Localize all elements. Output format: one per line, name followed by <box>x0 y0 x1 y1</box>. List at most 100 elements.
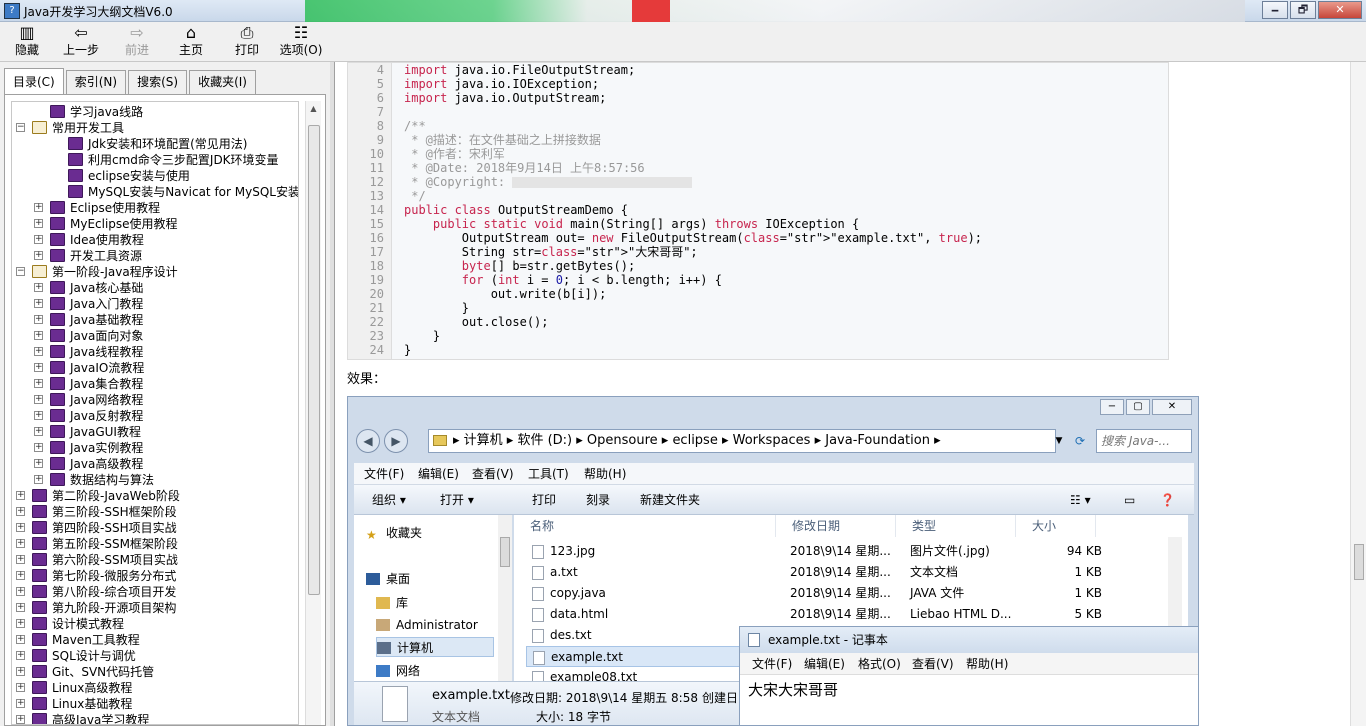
tree-item[interactable]: + 第三阶段-SSH框架阶段 <box>12 504 298 520</box>
collapse-icon[interactable]: − <box>16 123 25 132</box>
tree-item[interactable]: + 第七阶段-微服务分布式 <box>12 568 298 584</box>
tab-index[interactable]: 索引(N) <box>65 70 127 94</box>
expand-icon[interactable]: + <box>34 379 43 388</box>
tree-item[interactable]: + 开发工具资源 <box>12 248 298 264</box>
tree-item[interactable]: + 第二阶段-JavaWeb阶段 <box>12 488 298 504</box>
code-text: * @Date: 2018年9月14日 上午8:57:56 <box>404 161 645 175</box>
expand-icon[interactable]: + <box>16 619 25 628</box>
expand-icon[interactable]: + <box>34 235 43 244</box>
tree-item[interactable]: + Git、SVN代码托管 <box>12 664 298 680</box>
tree-item[interactable]: + 高级Java学习教程 <box>12 712 298 724</box>
book-icon <box>32 713 47 724</box>
maximize-button[interactable]: 🗗 <box>1290 1 1316 19</box>
expand-icon[interactable]: + <box>16 651 25 660</box>
tree-item[interactable]: + Maven工具教程 <box>12 632 298 648</box>
book-icon <box>32 585 47 598</box>
options-button[interactable]: ☷ 选项(O) <box>276 24 326 58</box>
expand-icon[interactable]: + <box>16 603 25 612</box>
expand-icon[interactable]: + <box>34 347 43 356</box>
content-scrollbar[interactable] <box>1350 62 1366 726</box>
expand-icon[interactable]: + <box>34 251 43 260</box>
expand-icon[interactable]: + <box>34 475 43 484</box>
tree-item[interactable]: + 设计模式教程 <box>12 616 298 632</box>
forward-button[interactable]: ⇨ 前进 <box>112 24 162 58</box>
tree-item[interactable]: + 数据结构与算法 <box>12 472 298 488</box>
tree-item[interactable]: − 常用开发工具 <box>12 120 298 136</box>
tree-item[interactable]: + 第九阶段-开源项目架构 <box>12 600 298 616</box>
tree-item[interactable]: + Java入门教程 <box>12 296 298 312</box>
tree-item[interactable]: + Linux基础教程 <box>12 696 298 712</box>
tree-item[interactable]: + JavaIO流教程 <box>12 360 298 376</box>
tree-item[interactable]: + Eclipse使用教程 <box>12 200 298 216</box>
expand-icon[interactable]: + <box>16 587 25 596</box>
tree-item[interactable]: + Linux高级教程 <box>12 680 298 696</box>
expand-icon[interactable]: + <box>34 459 43 468</box>
tree-item[interactable]: + 第八阶段-综合项目开发 <box>12 584 298 600</box>
tab-contents[interactable]: 目录(C) <box>4 68 64 94</box>
tree-item[interactable]: 学习java线路 <box>12 104 298 120</box>
expand-icon[interactable]: + <box>34 427 43 436</box>
expand-icon[interactable]: + <box>34 203 43 212</box>
expand-icon[interactable]: + <box>16 491 25 500</box>
expand-icon[interactable]: + <box>16 507 25 516</box>
back-arrow-icon: ⇦ <box>74 23 88 42</box>
expand-icon[interactable]: + <box>34 315 43 324</box>
expand-icon[interactable]: + <box>16 683 25 692</box>
expand-icon[interactable]: + <box>34 331 43 340</box>
expand-icon[interactable]: + <box>34 395 43 404</box>
collapse-icon[interactable]: − <box>16 267 25 276</box>
back-button[interactable]: ⇦ 上一步 <box>56 24 106 58</box>
tree-item[interactable]: + 第四阶段-SSH项目实战 <box>12 520 298 536</box>
expand-icon[interactable]: + <box>16 571 25 580</box>
tab-search[interactable]: 搜索(S) <box>128 70 188 94</box>
tree-item[interactable]: + JavaGUI教程 <box>12 424 298 440</box>
expand-icon[interactable]: + <box>34 443 43 452</box>
tree-item[interactable]: + Java实例教程 <box>12 440 298 456</box>
tree-item[interactable]: + MyEclipse使用教程 <box>12 216 298 232</box>
tree-item[interactable]: Jdk安装和环境配置(常见用法) <box>12 136 298 152</box>
scroll-up-icon[interactable]: ▲ <box>306 101 321 117</box>
minimize-button[interactable]: 🗕 <box>1262 1 1288 19</box>
tree-item[interactable]: + Idea使用教程 <box>12 232 298 248</box>
close-button[interactable]: ✕ <box>1318 1 1362 19</box>
tree-item[interactable]: + Java面向对象 <box>12 328 298 344</box>
tree-item[interactable]: + SQL设计与调优 <box>12 648 298 664</box>
expand-icon[interactable]: + <box>16 715 25 724</box>
tree-item[interactable]: MySQL安装与Navicat for MySQL安装破解 <box>12 184 298 200</box>
expand-icon[interactable]: + <box>16 667 25 676</box>
content-scroll-thumb[interactable] <box>1354 544 1364 580</box>
expand-icon[interactable]: + <box>16 523 25 532</box>
tree-scrollbar[interactable]: ▲ <box>305 101 321 725</box>
tree-item[interactable]: + Java核心基础 <box>12 280 298 296</box>
tree-item[interactable]: + Java基础教程 <box>12 312 298 328</box>
tree-item-label: 学习java线路 <box>70 105 144 119</box>
expand-icon[interactable]: + <box>34 299 43 308</box>
tree-item[interactable]: + Java集合教程 <box>12 376 298 392</box>
tree-item[interactable]: − 第一阶段-Java程序设计 <box>12 264 298 280</box>
hide-button[interactable]: ▥ 隐藏 <box>2 24 52 58</box>
tree-item[interactable]: + 第五阶段-SSM框架阶段 <box>12 536 298 552</box>
tree-item-label: 设计模式教程 <box>52 617 125 631</box>
expand-icon[interactable]: + <box>34 363 43 372</box>
tree-item[interactable]: + Java高级教程 <box>12 456 298 472</box>
tab-favorites[interactable]: 收藏夹(I) <box>189 70 256 94</box>
line-number: 20 <box>369 287 384 301</box>
expand-icon[interactable]: + <box>16 635 25 644</box>
expand-icon[interactable]: + <box>34 411 43 420</box>
expand-icon[interactable]: + <box>34 283 43 292</box>
tree-item[interactable]: + Java反射教程 <box>12 408 298 424</box>
tree-item[interactable]: + Java线程教程 <box>12 344 298 360</box>
tree-item[interactable]: + 第六阶段-SSM项目实战 <box>12 552 298 568</box>
tree-item[interactable]: + Java网络教程 <box>12 392 298 408</box>
print-button[interactable]: ⎙ 打印 <box>222 24 272 58</box>
home-button[interactable]: ⌂ 主页 <box>166 24 216 58</box>
expand-icon[interactable]: + <box>16 555 25 564</box>
expand-icon[interactable]: + <box>34 219 43 228</box>
expand-icon[interactable]: + <box>16 699 25 708</box>
printer-icon: ⎙ <box>240 23 254 42</box>
tree-item[interactable]: eclipse安装与使用 <box>12 168 298 184</box>
tree-item-label: 常用开发工具 <box>52 121 125 135</box>
expand-icon[interactable]: + <box>16 539 25 548</box>
tree-item[interactable]: 利用cmd命令三步配置JDK环境变量 <box>12 152 298 168</box>
tree-scroll-thumb[interactable] <box>308 125 320 595</box>
